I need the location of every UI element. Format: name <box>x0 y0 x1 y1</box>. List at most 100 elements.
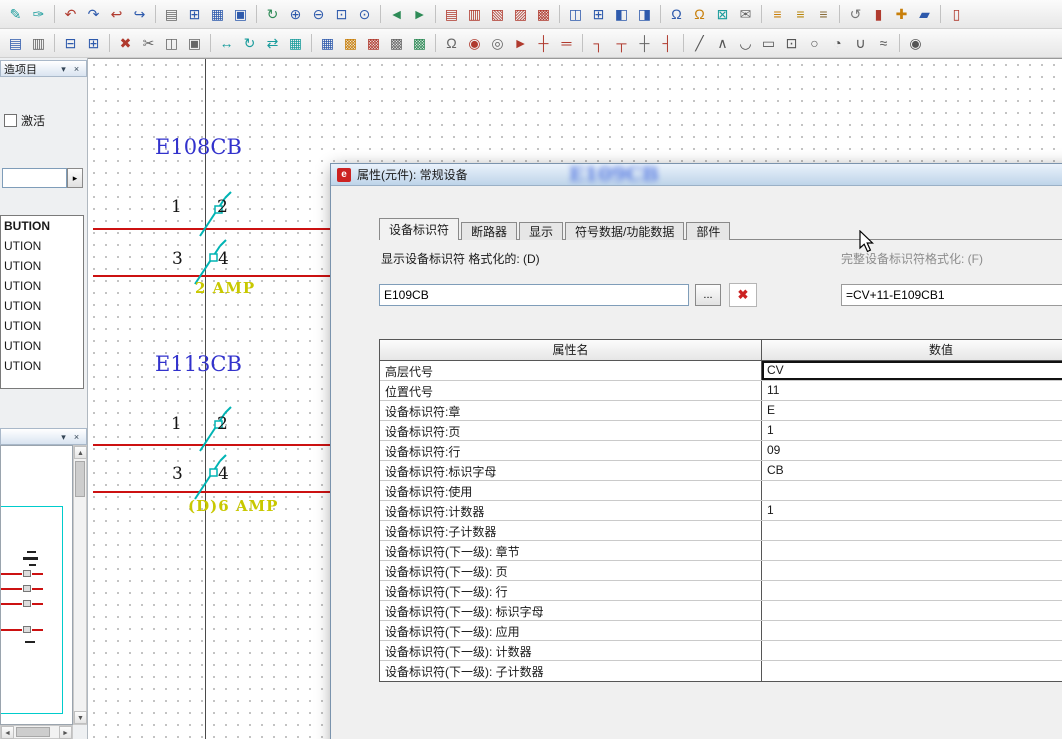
tree-item[interactable]: UTION <box>1 276 83 296</box>
property-value-cell[interactable] <box>762 481 1062 500</box>
table-row[interactable]: 设备标识符:标识字母 CB <box>380 461 1062 481</box>
undo-list-icon[interactable]: ↩ <box>106 4 127 25</box>
cross-connection-icon[interactable]: ┼ <box>634 33 655 54</box>
property-name-cell[interactable]: 设备标识符(下一级): 标识字母 <box>380 601 762 620</box>
scrollbar-track[interactable] <box>14 726 59 738</box>
scrollbar-track[interactable] <box>74 459 86 711</box>
grid-d-icon[interactable]: ▩ <box>409 33 430 54</box>
layer-2-icon[interactable]: ≡ <box>790 4 811 25</box>
terminal-navigator-icon[interactable]: ▥ <box>464 4 485 25</box>
sector-tool-icon[interactable]: ◔ <box>827 33 848 54</box>
scrollbar-thumb[interactable] <box>16 727 50 737</box>
property-value-cell[interactable] <box>762 521 1062 540</box>
grid-b-icon[interactable]: ▩ <box>363 33 384 54</box>
pin-label[interactable]: 3 <box>172 464 183 484</box>
paste-icon[interactable]: ▣ <box>184 33 205 54</box>
browse-button[interactable]: ... <box>695 284 721 306</box>
visibility-icon[interactable]: ◉ <box>905 33 926 54</box>
pin-label[interactable]: 2 <box>217 414 228 434</box>
property-name-cell[interactable]: 设备标识符:行 <box>380 441 762 460</box>
property-name-cell[interactable]: 设备标识符(下一级): 章节 <box>380 541 762 560</box>
tree-item[interactable]: UTION <box>1 296 83 316</box>
preview-panel-header[interactable]: ▾ × <box>0 428 87 445</box>
tree-item[interactable]: UTION <box>1 316 83 336</box>
property-value-cell[interactable] <box>762 621 1062 640</box>
busbar-icon[interactable]: ═ <box>556 33 577 54</box>
connection-navigator-icon[interactable]: ▩ <box>533 4 554 25</box>
tab-display[interactable]: 显示 <box>519 222 563 240</box>
rating-label[interactable]: 2 AMP <box>195 279 255 297</box>
property-value-cell[interactable]: 11 <box>762 381 1062 400</box>
property-value-cell[interactable]: E <box>762 401 1062 420</box>
pin-label[interactable]: 1 <box>171 197 182 217</box>
property-name-cell[interactable]: 设备标识符:计数器 <box>380 501 762 520</box>
zoom-in-icon[interactable]: ⊕ <box>285 4 306 25</box>
scrollbar-thumb[interactable] <box>75 461 85 497</box>
arc-tool-icon[interactable]: ◡ <box>735 33 756 54</box>
project-data-icon[interactable]: ⊠ <box>712 4 733 25</box>
tab-parts[interactable]: 部件 <box>686 222 730 240</box>
project-panel-header[interactable]: 造项目 ▾ × <box>0 60 87 77</box>
group-icon[interactable]: ▦ <box>285 33 306 54</box>
property-value-cell[interactable]: 1 <box>762 501 1062 520</box>
zoom-window-icon[interactable]: ⊡ <box>331 4 352 25</box>
plc-navigator-icon[interactable]: ▨ <box>510 4 531 25</box>
table-row[interactable]: 设备标识符(下一级): 行 <box>380 581 1062 601</box>
table-row[interactable]: 设备标识符(下一级): 标识字母 <box>380 601 1062 621</box>
undo-icon[interactable]: ↶ <box>60 4 81 25</box>
tree-item[interactable]: UTION <box>1 356 83 376</box>
property-name-cell[interactable]: 设备标识符(下一级): 计数器 <box>380 641 762 660</box>
tree-item[interactable]: UTION <box>1 256 83 276</box>
spline-tool-icon[interactable]: ≈ <box>873 33 894 54</box>
window-right-icon[interactable]: ◨ <box>634 4 655 25</box>
device-tag-label[interactable]: E108CB <box>155 135 242 159</box>
tab-symbol-data[interactable]: 符号数据/功能数据 <box>565 222 684 240</box>
move-icon[interactable]: ↔ <box>216 33 237 54</box>
curve-tool-icon[interactable]: ∪ <box>850 33 871 54</box>
pin-icon[interactable]: ▾ <box>57 62 70 75</box>
corner-connection-icon[interactable]: ┐ <box>588 33 609 54</box>
circle-tool-icon[interactable]: ○ <box>804 33 825 54</box>
calculator-icon[interactable]: ▣ <box>230 4 251 25</box>
property-value-cell[interactable]: CV <box>762 361 1062 380</box>
order-cart-icon[interactable]: ✚ <box>891 4 912 25</box>
table-row[interactable]: 设备标识符(下一级): 章节 <box>380 541 1062 561</box>
property-name-cell[interactable]: 设备标识符:标识字母 <box>380 461 762 480</box>
pin-label[interactable]: 4 <box>218 464 229 484</box>
property-value-cell[interactable]: 1 <box>762 421 1062 440</box>
clear-icon[interactable]: ✖ <box>729 283 757 307</box>
macro-edit-icon[interactable]: Ω <box>689 4 710 25</box>
style-pen-icon[interactable]: ✎ <box>5 4 26 25</box>
device-tag-label[interactable]: E113CB <box>155 352 242 376</box>
window-left-icon[interactable]: ◧ <box>611 4 632 25</box>
copy-icon[interactable]: ◫ <box>161 33 182 54</box>
close-icon[interactable]: × <box>70 62 83 75</box>
pin-label[interactable]: 3 <box>172 249 183 269</box>
table-row[interactable]: 设备标识符:使用 <box>380 481 1062 501</box>
preview-viewport[interactable] <box>0 445 73 725</box>
rect-center-tool-icon[interactable]: ⊡ <box>781 33 802 54</box>
zoom-out-icon[interactable]: ⊖ <box>308 4 329 25</box>
grid-c-icon[interactable]: ▩ <box>386 33 407 54</box>
table-row[interactable]: 设备标识符(下一级): 页 <box>380 561 1062 581</box>
polyline-tool-icon[interactable]: ∧ <box>712 33 733 54</box>
property-name-cell[interactable]: 设备标识符(下一级): 应用 <box>380 621 762 640</box>
help-icon[interactable]: ▯ <box>946 4 967 25</box>
property-name-cell[interactable]: 设备标识符(下一级): 行 <box>380 581 762 600</box>
zoom-entire-icon[interactable]: ⊙ <box>354 4 375 25</box>
mirror-icon[interactable]: ⇄ <box>262 33 283 54</box>
page-back-icon[interactable]: ◄ <box>386 4 407 25</box>
filter-expand-button[interactable]: ▸ <box>67 168 83 188</box>
table-row[interactable]: 位置代号 11 <box>380 381 1062 401</box>
property-value-cell[interactable]: 09 <box>762 441 1062 460</box>
dialog-titlebar[interactable]: e 属性(元件): 常规设备 E109CB <box>331 164 1062 186</box>
tab-device-tag[interactable]: 设备标识符 <box>379 218 459 240</box>
property-value-cell[interactable] <box>762 661 1062 681</box>
format-brush-icon[interactable]: ✑ <box>28 4 49 25</box>
message-management-icon[interactable]: ✉ <box>735 4 756 25</box>
table-row[interactable]: 设备标识符:计数器 1 <box>380 501 1062 521</box>
rotate-icon[interactable]: ↻ <box>239 33 260 54</box>
property-name-cell[interactable]: 设备标识符:页 <box>380 421 762 440</box>
project-filter-input[interactable] <box>2 168 67 188</box>
property-value-cell[interactable]: CB <box>762 461 1062 480</box>
